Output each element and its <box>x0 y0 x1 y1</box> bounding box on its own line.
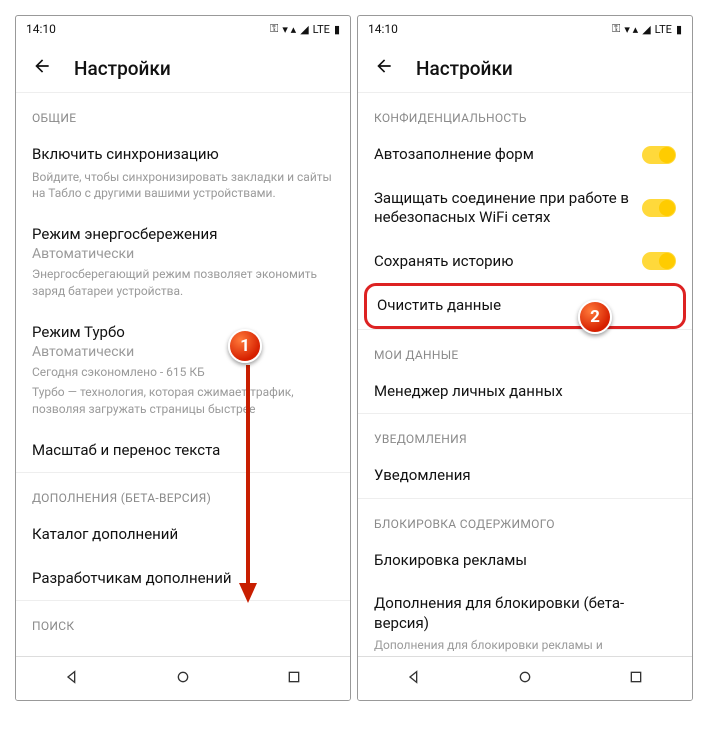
row-title: Режим энергосбережения <box>32 225 334 245</box>
signal-icon: ◢ <box>642 23 650 36</box>
page-title: Настройки <box>416 57 513 80</box>
status-icons: ⚿ ▾ ▴ ◢ LTE ▮ <box>270 22 340 36</box>
row-title: Блокировка рекламы <box>374 551 676 571</box>
row-block-addons[interactable]: Дополнения для блокировки (бета-версия) … <box>358 582 692 656</box>
annotation-badge-2: 2 <box>578 300 612 334</box>
row-clear-data[interactable]: Очистить данные <box>364 283 686 329</box>
wifi-icon: ▾ ▴ <box>282 23 296 36</box>
nav-recent-icon[interactable] <box>628 669 644 689</box>
row-autofill[interactable]: Автозаполнение форм <box>358 133 692 177</box>
row-title: Автозаполнение форм <box>374 145 632 165</box>
nav-home-icon[interactable] <box>175 669 191 689</box>
row-adblock[interactable]: Блокировка рекламы <box>358 539 692 583</box>
network-label: LTE <box>655 23 672 36</box>
row-title: Дополнения для блокировки (бета-версия) <box>374 594 676 633</box>
row-title: Защищать соединение при работе в небезоп… <box>374 189 632 228</box>
key-icon: ⚿ <box>270 22 278 36</box>
annotation-badge-1: 1 <box>228 329 262 363</box>
nav-recent-icon[interactable] <box>286 669 302 689</box>
appbar: Настройки <box>16 42 350 93</box>
row-title: Каталог дополнений <box>32 525 334 545</box>
row-value: Автоматически <box>32 246 334 262</box>
row-sub: Турбо — технология, которая сжимает траф… <box>32 384 334 416</box>
row-personal-data-manager[interactable]: Менеджер личных данных <box>358 370 692 414</box>
toggle-history[interactable] <box>642 252 676 270</box>
phone-left: 14:10 ⚿ ▾ ▴ ◢ LTE ▮ Настройки ОБЩИЕ Вклю… <box>15 15 351 701</box>
statusbar: 14:10 ⚿ ▾ ▴ ◢ LTE ▮ <box>16 16 350 42</box>
settings-list-right[interactable]: КОНФИДЕНЦИАЛЬНОСТЬ Автозаполнение форм З… <box>358 93 692 656</box>
row-title: Очистить данные <box>377 296 673 316</box>
row-title: Режим Турбо <box>32 323 334 343</box>
settings-list-left[interactable]: ОБЩИЕ Включить синхронизацию Войдите, чт… <box>16 93 350 656</box>
row-value: Автоматически <box>32 344 334 360</box>
battery-icon: ▮ <box>334 23 340 36</box>
row-title: Разработчикам дополнений <box>32 569 334 589</box>
phone-right: 14:10 ⚿ ▾ ▴ ◢ LTE ▮ Настройки КОНФИДЕНЦИ… <box>357 15 693 701</box>
status-time: 14:10 <box>368 22 398 36</box>
row-sub: Войдите, чтобы синхронизировать закладки… <box>32 169 334 201</box>
nav-back-icon[interactable] <box>64 669 80 689</box>
battery-icon: ▮ <box>676 23 682 36</box>
signal-icon: ◢ <box>300 23 308 36</box>
row-power-saving[interactable]: Режим энергосбережения Автоматически Эне… <box>16 213 350 311</box>
back-icon[interactable] <box>374 56 394 80</box>
toggle-autofill[interactable] <box>642 146 676 164</box>
wifi-icon: ▾ ▴ <box>624 23 638 36</box>
section-notifications: УВЕДОМЛЕНИЯ <box>358 413 692 454</box>
row-addon-catalog[interactable]: Каталог дополнений <box>16 513 350 557</box>
row-sub: Дополнения для блокировки рекламы и неже… <box>374 637 676 656</box>
section-general: ОБЩИЕ <box>16 93 350 133</box>
row-title: Менеджер личных данных <box>374 382 676 402</box>
nav-back-icon[interactable] <box>406 669 422 689</box>
android-navbar <box>16 656 350 700</box>
page-title: Настройки <box>74 57 171 80</box>
row-sub: Энергосберегающий режим позволяет эконом… <box>32 266 334 298</box>
statusbar: 14:10 ⚿ ▾ ▴ ◢ LTE ▮ <box>358 16 692 42</box>
row-save-history[interactable]: Сохранять историю <box>358 240 692 284</box>
key-icon: ⚿ <box>612 22 620 36</box>
row-title: Масштаб и перенос текста <box>32 441 334 461</box>
row-text-scale[interactable]: Масштаб и перенос текста <box>16 429 350 473</box>
toggle-protect[interactable] <box>642 199 676 217</box>
row-sync[interactable]: Включить синхронизацию Войдите, чтобы си… <box>16 133 350 213</box>
row-addon-devs[interactable]: Разработчикам дополнений <box>16 557 350 601</box>
section-mydata: МОИ ДАННЫЕ <box>358 329 692 370</box>
section-addons: ДОПОЛНЕНИЯ (БЕТА-ВЕРСИЯ) <box>16 472 350 513</box>
row-title: Сохранять историю <box>374 252 632 272</box>
android-navbar <box>358 656 692 700</box>
status-time: 14:10 <box>26 22 56 36</box>
annotation-arrow-icon <box>236 365 260 605</box>
row-turbo[interactable]: Режим Турбо Автоматически Сегодня сэконо… <box>16 311 350 429</box>
nav-home-icon[interactable] <box>517 669 533 689</box>
row-title: Включить синхронизацию <box>32 145 334 165</box>
section-content-blocking: БЛОКИРОВКА СОДЕРЖИМОГО <box>358 498 692 539</box>
back-icon[interactable] <box>32 56 52 80</box>
network-label: LTE <box>313 23 330 36</box>
section-privacy: КОНФИДЕНЦИАЛЬНОСТЬ <box>358 93 692 133</box>
row-sub: Сегодня сэкономлено - 615 КБ <box>32 364 334 380</box>
row-notifications[interactable]: Уведомления <box>358 454 692 498</box>
appbar: Настройки <box>358 42 692 93</box>
row-title: Уведомления <box>374 466 676 486</box>
row-search-engine[interactable]: Поисковая система Яндекс <box>16 641 350 656</box>
row-protect-wifi[interactable]: Защищать соединение при работе в небезоп… <box>358 177 692 240</box>
section-search: ПОИСК <box>16 600 350 641</box>
status-icons: ⚿ ▾ ▴ ◢ LTE ▮ <box>612 22 682 36</box>
row-title: Поисковая система <box>32 653 334 656</box>
